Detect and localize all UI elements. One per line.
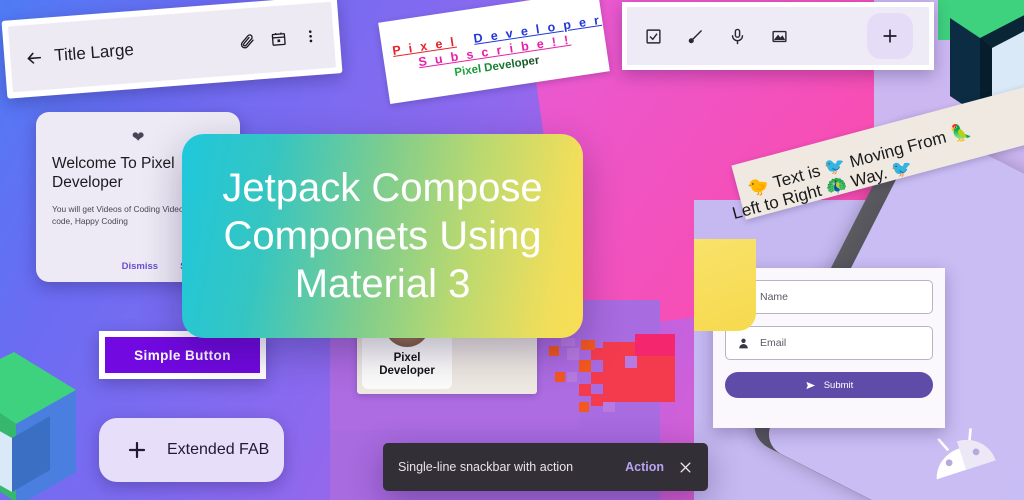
brush-icon[interactable] xyxy=(685,26,705,46)
calendar-icon[interactable] xyxy=(267,27,291,51)
add-fab-button[interactable] xyxy=(867,13,913,59)
dismiss-button[interactable]: Dismiss xyxy=(122,261,158,272)
peacock-emoji-icon: 🦚 xyxy=(823,174,849,198)
plus-icon xyxy=(125,438,149,462)
banner-text-4: Way. xyxy=(848,163,890,192)
person-icon xyxy=(737,337,750,350)
screenshot-stage: Title Large ❤ Welcome To Pixel Developer… xyxy=(0,0,1024,500)
submit-button-label: Submit xyxy=(823,379,854,391)
bottom-app-bar xyxy=(622,2,934,70)
hero-line-2: Componets Using xyxy=(223,214,542,258)
yellow-note-decoration xyxy=(694,239,756,331)
email-field-placeholder: Email xyxy=(760,337,787,349)
more-vert-icon[interactable] xyxy=(299,25,323,49)
sparrow-emoji-icon: 🐦 xyxy=(889,156,915,181)
snackbar: Single-line snackbar with action Action xyxy=(383,443,708,491)
avatar-name-line1: Pixel xyxy=(393,351,421,364)
close-icon[interactable] xyxy=(678,460,693,475)
email-field[interactable]: Email xyxy=(725,326,933,360)
extended-fab[interactable]: Extended FAB xyxy=(99,418,284,482)
name-field[interactable]: Name xyxy=(725,280,933,314)
hero-line-3: Material 3 xyxy=(294,262,471,306)
attach-file-icon[interactable] xyxy=(235,29,259,53)
pixel-dissolve-graphic xyxy=(549,334,675,412)
mic-icon[interactable] xyxy=(727,26,747,46)
snackbar-message: Single-line snackbar with action xyxy=(398,460,574,474)
hero-title-card: Jetpack Compose Componets Using Material… xyxy=(182,134,583,338)
extended-fab-label: Extended FAB xyxy=(167,441,270,458)
submit-button[interactable]: Submit xyxy=(725,372,933,398)
image-icon[interactable] xyxy=(769,26,789,46)
check-box-icon[interactable] xyxy=(643,26,663,46)
simple-button-container: Simple Button xyxy=(99,331,266,379)
send-icon xyxy=(805,380,816,391)
hero-line-1: Jetpack Compose xyxy=(222,166,543,210)
snackbar-action-button[interactable]: Action xyxy=(625,460,664,474)
simple-button[interactable]: Simple Button xyxy=(105,337,260,373)
top-app-bar-title: Title Large xyxy=(53,39,135,66)
name-field-placeholder: Name xyxy=(760,291,789,303)
arrow-back-icon[interactable] xyxy=(22,46,46,70)
avatar-name-line2: Developer xyxy=(379,365,435,378)
